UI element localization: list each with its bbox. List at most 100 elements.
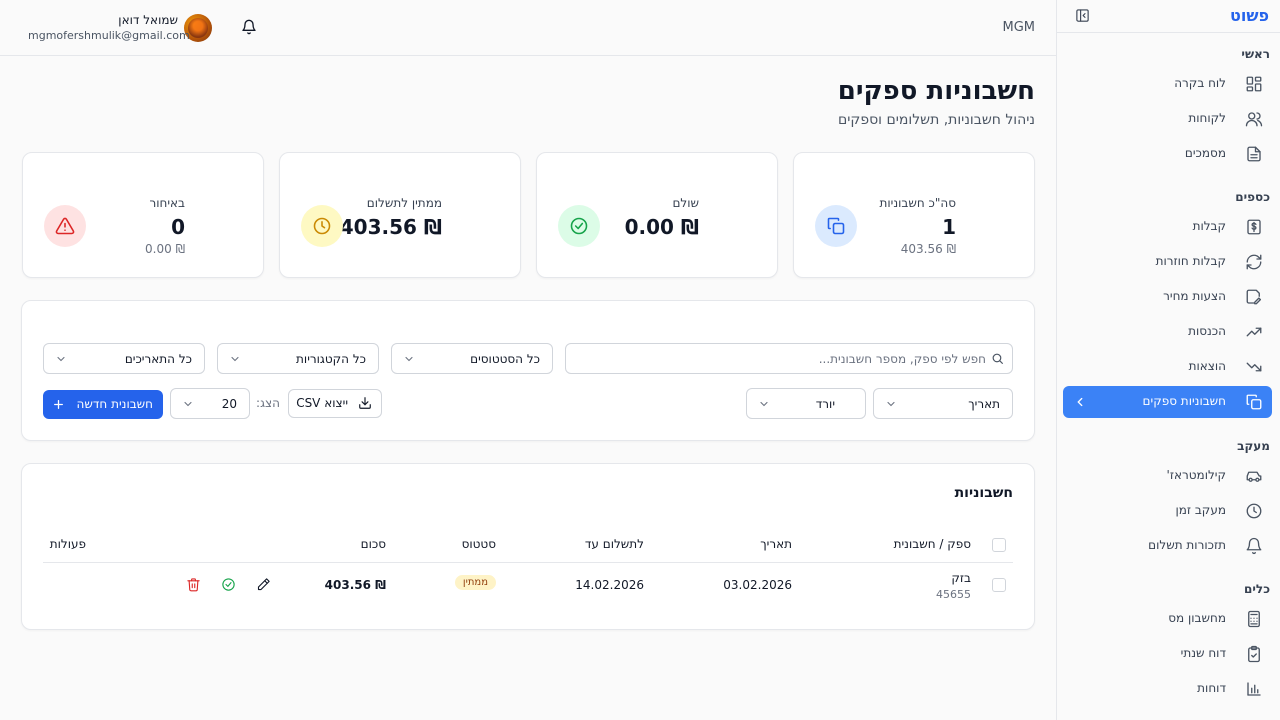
sidebar-item-label: לוח בקרה (1174, 76, 1226, 90)
row-due-date: 14.02.2026 (575, 578, 644, 592)
brand-logo[interactable]: פשוט (1230, 6, 1269, 25)
chevron-down-icon (229, 353, 241, 365)
dates-select-value: כל התאריכים (124, 352, 192, 366)
header-supplier[interactable]: ספק / חשבונית (894, 537, 971, 551)
copy-icon (815, 205, 857, 247)
stat-sub: ₪ 403.56 (900, 242, 956, 256)
refresh-icon (1245, 253, 1263, 271)
sidebar-item-label: קבלות חוזרות (1155, 254, 1226, 268)
row-invoice-number: 45655 (936, 588, 971, 601)
sidebar-item-label: מחשבון מס (1168, 611, 1226, 625)
user-name: שמואל דואן (118, 13, 178, 27)
user-email: mgmofershmulik@gmail.com (28, 29, 190, 42)
export-csv-label: ייצוא CSV (296, 396, 348, 410)
category-select[interactable]: כל הקטגוריות (217, 343, 379, 374)
clipboard-check-icon (1245, 645, 1263, 663)
mark-paid-check-icon[interactable] (221, 577, 236, 592)
sidebar-item-recurring-receipts[interactable]: קבלות חוזרות (1063, 246, 1272, 278)
sort-direction-select[interactable]: יורד (746, 388, 866, 419)
stat-value: 1 (942, 215, 956, 239)
sidebar-item-dashboard[interactable]: לוח בקרה (1063, 68, 1272, 100)
sidebar-item-label: דוח שנתי (1180, 646, 1226, 660)
sidebar-item-annual-report[interactable]: דוח שנתי (1063, 638, 1272, 670)
chevron-down-icon (758, 398, 770, 410)
stat-label: סה"כ חשבוניות (879, 196, 957, 210)
category-select-value: כל הקטגוריות (296, 352, 366, 366)
search-placeholder: חפש לפי ספק, מספר חשבונית... (818, 352, 986, 366)
users-icon (1245, 110, 1263, 128)
sidebar-item-mileage[interactable]: קילומטראז' (1063, 460, 1272, 492)
sidebar-item-payment-reminders[interactable]: תזכורות תשלום (1063, 530, 1272, 562)
sidebar-item-label: הצעות מחיר (1163, 289, 1226, 303)
header-date[interactable]: תאריך (760, 537, 792, 551)
sidebar-item-supplier-invoices[interactable]: חשבוניות ספקים (1063, 386, 1272, 418)
sidebar-item-label: הכנסות (1188, 324, 1226, 338)
page-size-select[interactable]: 20 (170, 388, 250, 419)
new-invoice-label: חשבונית חדשה (76, 397, 153, 411)
sidebar-item-label: תזכורות תשלום (1148, 538, 1226, 552)
sidebar-item-reports[interactable]: דוחות (1063, 673, 1272, 705)
sidebar-item-expenses[interactable]: הוצאות (1063, 351, 1272, 383)
sort-field-select[interactable]: תאריך (873, 388, 1013, 419)
sidebar-item-label: דוחות (1197, 681, 1226, 695)
page-size-label: הצג: (256, 396, 280, 410)
select-all-checkbox[interactable] (992, 538, 1006, 552)
stat-card-overdue: באיחור 0 ₪ 0.00 (22, 152, 264, 278)
stat-sub: ₪ 0.00 (145, 242, 185, 256)
stat-value: ₪ 0.00 (624, 215, 699, 239)
dates-select[interactable]: כל התאריכים (43, 343, 205, 374)
sidebar-group-tracking: מעקב (1237, 439, 1270, 453)
stat-label: באיחור (149, 196, 185, 210)
sort-direction-value: יורד (815, 397, 835, 411)
new-invoice-button[interactable]: חשבונית חדשה (43, 390, 163, 419)
page-title: חשבוניות ספקים (837, 76, 1035, 106)
calculator-icon (1245, 610, 1263, 628)
car-icon (1245, 467, 1263, 485)
alert-triangle-icon (44, 205, 86, 247)
stat-value: 0 (171, 215, 185, 239)
stat-card-pending: ממתין לתשלום ₪ 403.56 (279, 152, 521, 278)
status-select[interactable]: כל הסטטוסים (391, 343, 553, 374)
clock-icon (1245, 502, 1263, 520)
sidebar-item-label: חשבוניות ספקים (1142, 394, 1226, 408)
document-icon (1245, 145, 1263, 163)
stat-card-total: סה"כ חשבוניות 1 ₪ 403.56 (793, 152, 1035, 278)
trending-down-icon (1245, 358, 1263, 376)
search-icon (991, 352, 1004, 365)
search-input[interactable]: חפש לפי ספק, מספר חשבונית... (565, 343, 1013, 374)
sidebar-item-quotes[interactable]: הצעות מחיר (1063, 281, 1272, 313)
delete-trash-icon[interactable] (186, 577, 201, 592)
notifications-bell-icon[interactable] (241, 19, 257, 35)
header-due[interactable]: לתשלום עד (585, 537, 644, 551)
sidebar-item-documents[interactable]: מסמכים (1063, 138, 1272, 170)
sidebar-item-income[interactable]: הכנסות (1063, 316, 1272, 348)
status-badge: ממתין (454, 575, 496, 590)
sidebar-item-label: קילומטראז' (1166, 468, 1226, 482)
header-status[interactable]: סטטוס (462, 537, 496, 551)
header-amount[interactable]: סכום (361, 537, 386, 551)
clock-icon (301, 205, 343, 247)
sidebar-item-tax-calculator[interactable]: מחשבון מס (1063, 603, 1272, 635)
page-subtitle: ניהול חשבוניות, תשלומים וספקים (838, 112, 1035, 128)
sidebar-group-tools: כלים (1244, 582, 1270, 596)
sidebar-group-finance: כספים (1235, 190, 1270, 204)
edit-icon[interactable] (256, 577, 271, 592)
stat-label: שולם (672, 196, 699, 210)
row-date: 03.02.2026 (723, 578, 792, 592)
stat-value: ₪ 403.56 (339, 215, 442, 239)
bell-icon (1245, 537, 1263, 555)
sidebar-item-receipts[interactable]: קבלות (1063, 211, 1272, 243)
stat-card-paid: שולם ₪ 0.00 (536, 152, 778, 278)
filters-card: חפש לפי ספק, מספר חשבונית... כל הסטטוסים… (21, 300, 1035, 441)
row-amount: ₪ 403.56 (324, 578, 386, 592)
row-checkbox[interactable] (992, 578, 1006, 592)
sidebar-collapse-icon[interactable] (1075, 8, 1090, 23)
sidebar-item-time-tracking[interactable]: מעקב זמן (1063, 495, 1272, 527)
org-name: MGM (1002, 20, 1035, 35)
header-actions: פעולות (49, 537, 86, 551)
sidebar-item-customers[interactable]: לקוחות (1063, 103, 1272, 135)
export-csv-button[interactable]: ייצוא CSV (288, 389, 382, 418)
check-circle-icon (558, 205, 600, 247)
header-divider (43, 562, 1013, 563)
sidebar-item-label: קבלות (1192, 219, 1226, 233)
